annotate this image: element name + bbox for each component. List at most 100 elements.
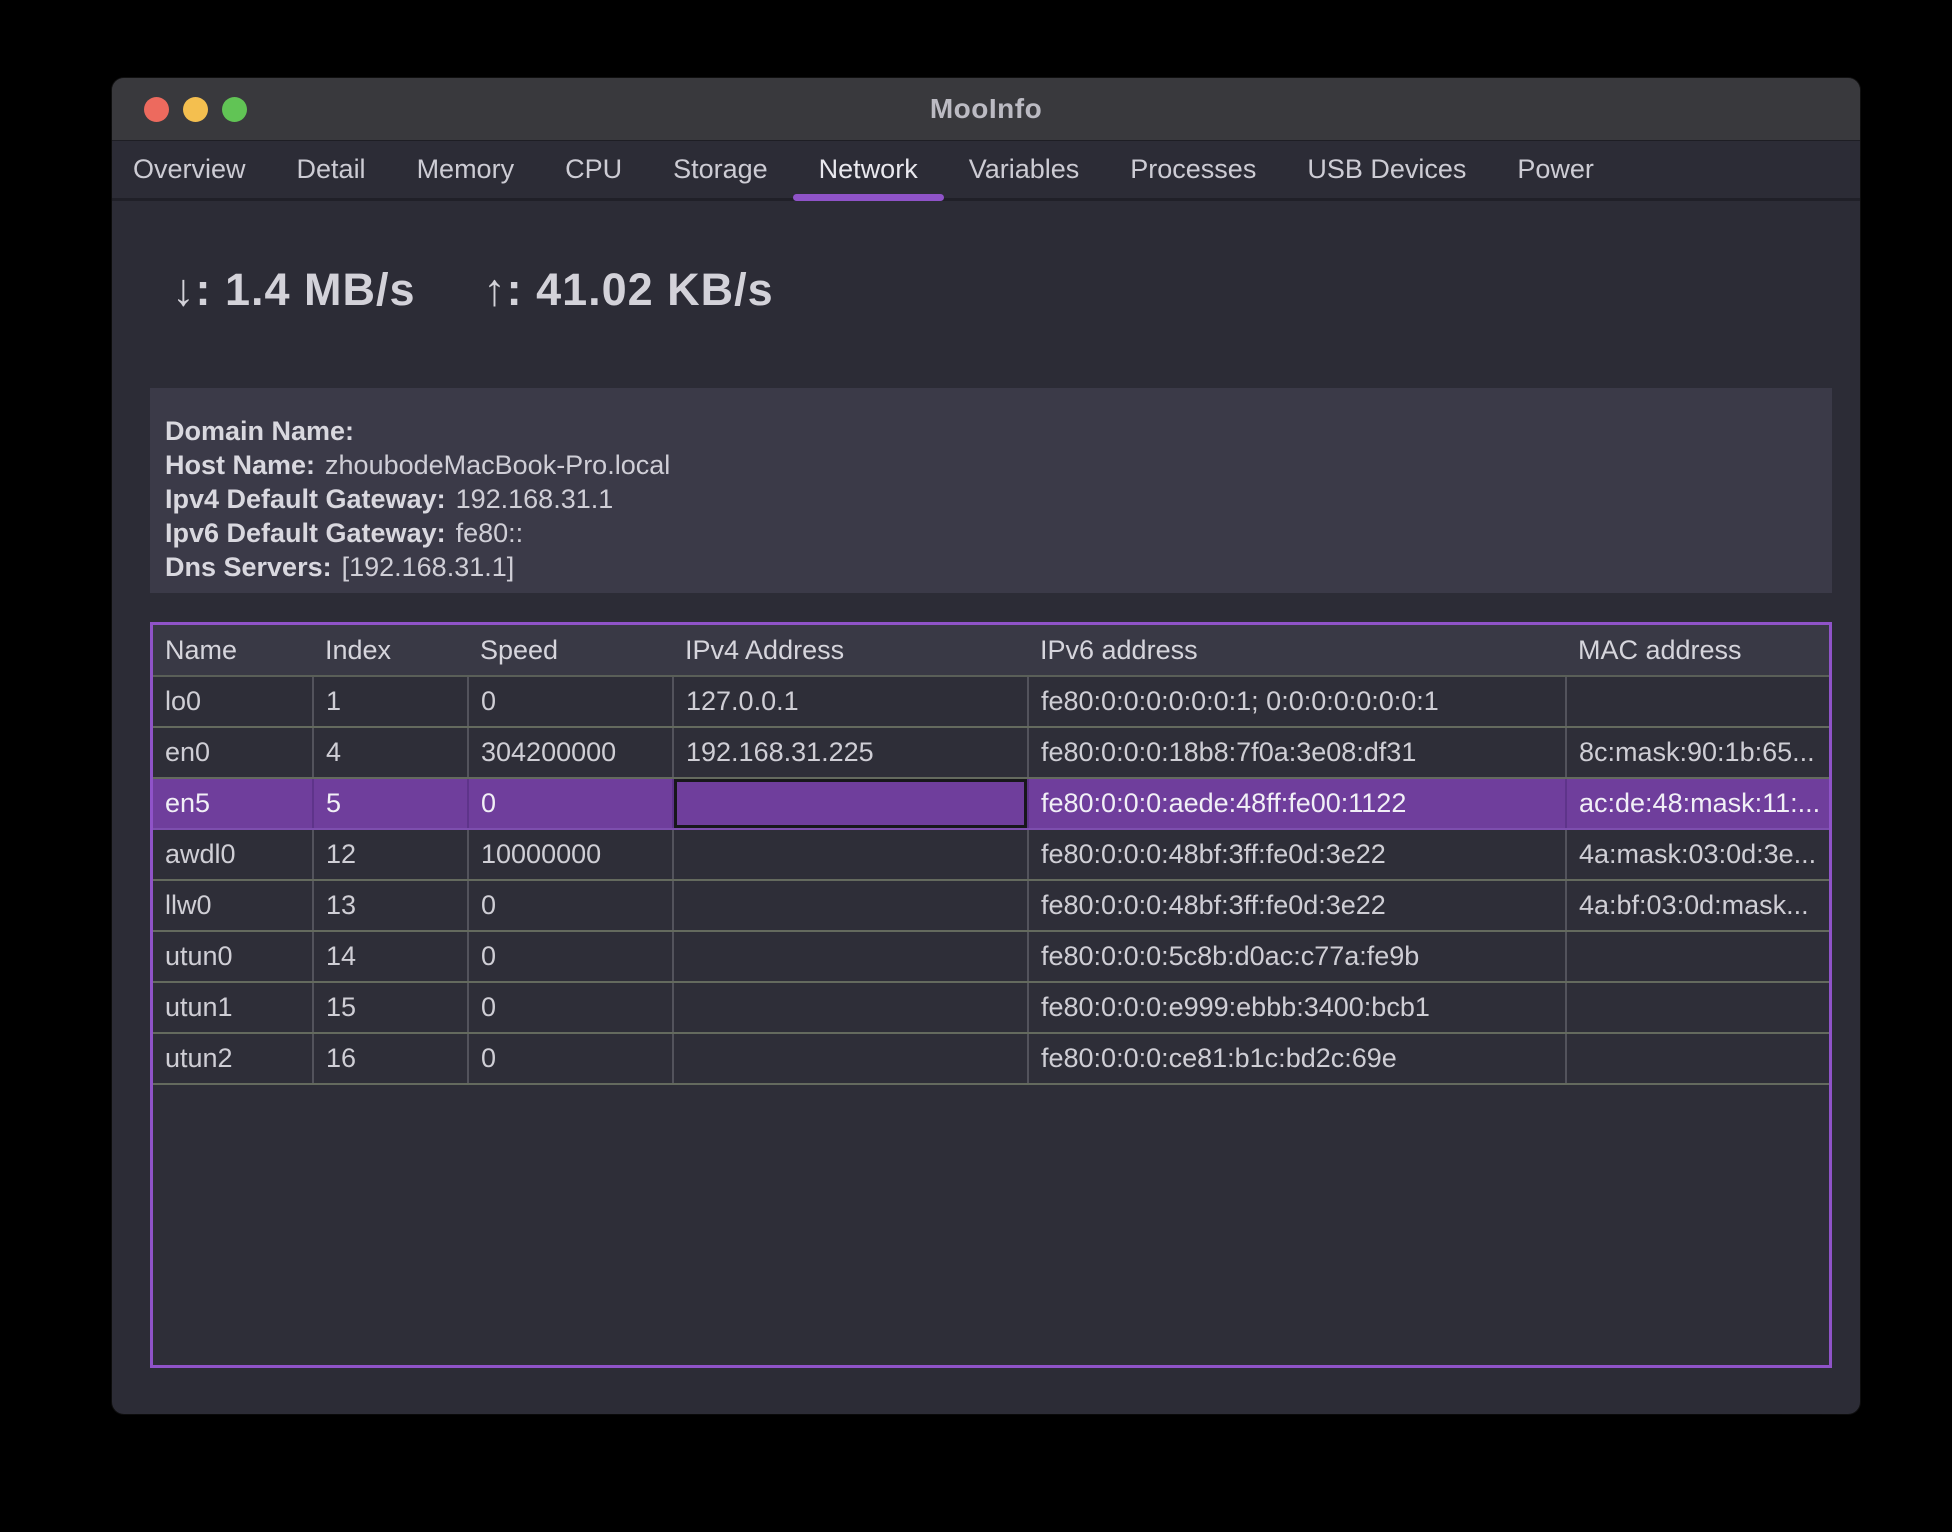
cell-speed[interactable]: 0 (468, 676, 674, 728)
cell-mac[interactable]: ac:de:48:mask:11:... (1566, 778, 1829, 830)
table-row[interactable]: utun1 15 0 fe80:0:0:0:e999:ebbb:3400:bcb… (153, 982, 1829, 1034)
tab-power[interactable]: Power (1517, 140, 1594, 198)
cell-ipv4[interactable] (673, 931, 1029, 983)
cell-speed[interactable]: 0 (468, 880, 674, 932)
column-header-mac: MAC address (1566, 625, 1829, 677)
tab-cpu[interactable]: CPU (565, 140, 622, 198)
cell-index[interactable]: 1 (313, 676, 469, 728)
cell-ipv4[interactable] (673, 982, 1029, 1034)
cell-index[interactable]: 16 (313, 1033, 469, 1085)
cell-speed[interactable]: 0 (468, 1033, 674, 1085)
cell-name[interactable]: en5 (153, 778, 314, 830)
zoom-button[interactable] (222, 96, 247, 122)
cell-index[interactable]: 4 (313, 727, 469, 779)
info-label: Domain Name: (165, 416, 355, 446)
tab-processes[interactable]: Processes (1130, 140, 1256, 198)
column-header-speed: Speed (468, 625, 673, 677)
info-host-name: Host Name: zhoubodeMacBook-Pro.local (165, 448, 1832, 482)
cell-ipv4[interactable] (673, 829, 1029, 881)
cell-mac[interactable]: 8c:mask:90:1b:65... (1566, 727, 1829, 779)
cell-index[interactable]: 5 (313, 778, 469, 830)
tab-detail[interactable]: Detail (297, 140, 366, 198)
cell-ipv4[interactable] (673, 1033, 1029, 1085)
column-header-ipv4: IPv4 Address (673, 625, 1028, 677)
info-label: Ipv6 Default Gateway: (165, 518, 446, 548)
cell-speed[interactable]: 304200000 (468, 727, 674, 779)
minimize-button[interactable] (183, 96, 208, 122)
cell-speed[interactable]: 0 (468, 931, 674, 983)
tab-memory[interactable]: Memory (417, 140, 515, 198)
info-dns-servers: Dns Servers: [192.168.31.1] (165, 550, 1832, 584)
info-ipv4-gateway: Ipv4 Default Gateway: 192.168.31.1 (165, 482, 1832, 516)
info-ipv6-gateway: Ipv6 Default Gateway: fe80:: (165, 516, 1832, 550)
cell-ipv6[interactable]: fe80:0:0:0:aede:48ff:fe00:1122 (1028, 778, 1567, 830)
cell-ipv6[interactable]: fe80:0:0:0:ce81:b1c:bd2c:69e (1028, 1033, 1567, 1085)
table-row[interactable]: en0 4 304200000 192.168.31.225 fe80:0:0:… (153, 727, 1829, 779)
cell-name[interactable]: awdl0 (153, 829, 314, 881)
cell-ipv4[interactable] (673, 880, 1029, 932)
info-label: Ipv4 Default Gateway: (165, 484, 446, 514)
titlebar: MooInfo (112, 78, 1860, 141)
column-header-index: Index (313, 625, 468, 677)
app-window: MooInfo Overview Detail Memory CPU Stora… (112, 78, 1860, 1414)
cell-name[interactable]: utun1 (153, 982, 314, 1034)
tab-variables[interactable]: Variables (969, 140, 1080, 198)
cell-mac[interactable]: 4a:bf:03:0d:mask... (1566, 880, 1829, 932)
cell-index[interactable]: 15 (313, 982, 469, 1034)
table-row-selected[interactable]: en5 5 0 fe80:0:0:0:aede:48ff:fe00:1122 a… (153, 778, 1829, 830)
cell-ipv6[interactable]: fe80:0:0:0:e999:ebbb:3400:bcb1 (1028, 982, 1567, 1034)
info-domain-name: Domain Name: (165, 414, 1832, 448)
cell-mac[interactable]: 4a:mask:03:0d:3e... (1566, 829, 1829, 881)
cell-ipv4-focused[interactable] (673, 778, 1029, 830)
cell-speed[interactable]: 10000000 (468, 829, 674, 881)
cell-ipv6[interactable]: fe80:0:0:0:18b8:7f0a:3e08:df31 (1028, 727, 1567, 779)
close-button[interactable] (144, 96, 169, 122)
table-row[interactable]: awdl0 12 10000000 fe80:0:0:0:48bf:3ff:fe… (153, 829, 1829, 881)
cell-ipv4[interactable]: 127.0.0.1 (673, 676, 1029, 728)
cell-mac[interactable] (1566, 931, 1829, 983)
table-row[interactable]: llw0 13 0 fe80:0:0:0:48bf:3ff:fe0d:3e22 … (153, 880, 1829, 932)
info-value: 192.168.31.1 (455, 484, 614, 514)
info-value: fe80:: (455, 518, 524, 548)
cell-ipv6[interactable]: fe80:0:0:0:48bf:3ff:fe0d:3e22 (1028, 880, 1567, 932)
tab-usb-devices[interactable]: USB Devices (1307, 140, 1466, 198)
tab-bar: Overview Detail Memory CPU Storage Netwo… (112, 140, 1860, 201)
cell-mac[interactable] (1566, 982, 1829, 1034)
table-row[interactable]: utun0 14 0 fe80:0:0:0:5c8b:d0ac:c77a:fe9… (153, 931, 1829, 983)
cell-speed[interactable]: 0 (468, 982, 674, 1034)
tab-storage[interactable]: Storage (673, 140, 768, 198)
cell-name[interactable]: utun2 (153, 1033, 314, 1085)
cell-ipv4[interactable]: 192.168.31.225 (673, 727, 1029, 779)
column-header-ipv6: IPv6 address (1028, 625, 1566, 677)
cell-index[interactable]: 13 (313, 880, 469, 932)
window-title: MooInfo (929, 93, 1043, 124)
cell-ipv6[interactable]: fe80:0:0:0:0:0:0:1; 0:0:0:0:0:0:0:1 (1028, 676, 1567, 728)
tab-overview[interactable]: Overview (133, 140, 246, 198)
table-row[interactable]: utun2 16 0 fe80:0:0:0:ce81:b1c:bd2c:69e (153, 1033, 1829, 1085)
cell-mac[interactable] (1566, 676, 1829, 728)
cell-ipv6[interactable]: fe80:0:0:0:5c8b:d0ac:c77a:fe9b (1028, 931, 1567, 983)
table-row[interactable]: lo0 1 0 127.0.0.1 fe80:0:0:0:0:0:0:1; 0:… (153, 676, 1829, 728)
table-header-row: Name Index Speed IPv4 Address IPv6 addre… (153, 625, 1829, 677)
cell-index[interactable]: 14 (313, 931, 469, 983)
info-label: Host Name: (165, 450, 316, 480)
column-header-name: Name (153, 625, 313, 677)
traffic-lights (144, 78, 247, 140)
info-value: [192.168.31.1] (341, 552, 515, 582)
desktop-background: MooInfo Overview Detail Memory CPU Stora… (0, 0, 1952, 1532)
cell-name[interactable]: llw0 (153, 880, 314, 932)
upload-speed: ↑: 41.02 KB/s (483, 264, 774, 315)
network-speed: ↓: 1.4 MB/s ↑: 41.02 KB/s (172, 264, 829, 316)
download-speed: ↓: 1.4 MB/s (172, 264, 416, 315)
cell-name[interactable]: lo0 (153, 676, 314, 728)
cell-name[interactable]: en0 (153, 727, 314, 779)
cell-speed[interactable]: 0 (468, 778, 674, 830)
tab-network[interactable]: Network (792, 140, 944, 201)
cell-index[interactable]: 12 (313, 829, 469, 881)
interfaces-table: Name Index Speed IPv4 Address IPv6 addre… (150, 622, 1832, 1368)
cell-mac[interactable] (1566, 1033, 1829, 1085)
network-info-panel: Domain Name: Host Name: zhoubodeMacBook-P… (150, 388, 1832, 593)
info-value: zhoubodeMacBook-Pro.local (325, 450, 671, 480)
cell-ipv6[interactable]: fe80:0:0:0:48bf:3ff:fe0d:3e22 (1028, 829, 1567, 881)
cell-name[interactable]: utun0 (153, 931, 314, 983)
